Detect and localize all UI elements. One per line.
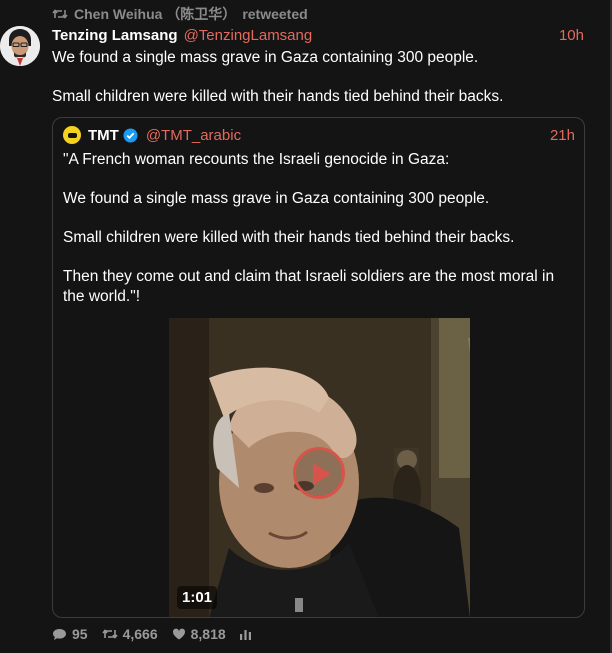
video-duration: 1:01 bbox=[177, 586, 218, 609]
tmt-logo[interactable] bbox=[63, 126, 81, 144]
retweet-count: 4,666 bbox=[122, 626, 158, 642]
quote-header: TMT @TMT_arabic 21h bbox=[63, 126, 575, 144]
video-player[interactable]: 1:01 bbox=[169, 318, 470, 617]
quote-author-handle[interactable]: @TMT_arabic bbox=[146, 127, 241, 144]
author-name[interactable]: Tenzing Lamsang bbox=[52, 27, 178, 44]
comment-icon bbox=[53, 628, 66, 640]
heart-icon bbox=[172, 628, 185, 640]
avatar[interactable] bbox=[0, 26, 40, 66]
quote-paragraph: "A French woman recounts the Israeli gen… bbox=[63, 151, 450, 168]
retweeter-name[interactable]: Chen Weihua （陈卫华） bbox=[74, 4, 236, 24]
quote-author-name[interactable]: TMT bbox=[88, 127, 119, 144]
reply-count: 95 bbox=[72, 626, 88, 642]
stats-button[interactable] bbox=[239, 629, 251, 640]
retweet-button[interactable]: 4,666 bbox=[101, 626, 158, 642]
tweet-header: Tenzing Lamsang @TenzingLamsang 10h bbox=[52, 26, 584, 44]
quote-timestamp[interactable]: 21h bbox=[550, 127, 575, 144]
play-button[interactable] bbox=[293, 447, 345, 499]
retweet-suffix: retweeted bbox=[242, 6, 308, 22]
quote-paragraph: We found a single mass grave in Gaza con… bbox=[63, 190, 490, 207]
retweet-icon bbox=[101, 629, 118, 639]
like-count: 8,818 bbox=[190, 626, 226, 642]
quote-paragraph: Small children were killed with their ha… bbox=[63, 229, 515, 246]
author-handle[interactable]: @TenzingLamsang bbox=[184, 27, 313, 44]
retweet-context: Chen Weihua （陈卫华） retweeted bbox=[52, 6, 308, 22]
tweet-body: We found a single mass grave in Gaza con… bbox=[52, 48, 584, 126]
retweet-icon bbox=[52, 9, 68, 19]
quote-paragraph: Then they come out and claim that Israel… bbox=[63, 268, 555, 305]
stats-icon bbox=[239, 629, 251, 640]
like-button[interactable]: 8,818 bbox=[172, 626, 226, 642]
reply-button[interactable]: 95 bbox=[52, 626, 88, 642]
verified-badge-icon bbox=[123, 128, 138, 142]
tweet-paragraph: We found a single mass grave in Gaza con… bbox=[52, 49, 479, 66]
tweet-timestamp[interactable]: 10h bbox=[559, 27, 584, 44]
quoted-tweet[interactable]: TMT @TMT_arabic 21h "A French woman reco… bbox=[52, 117, 585, 618]
quote-body: "A French woman recounts the Israeli gen… bbox=[63, 150, 578, 326]
play-icon bbox=[313, 463, 331, 485]
tweet-paragraph: Small children were killed with their ha… bbox=[52, 88, 504, 105]
tweet-actions: 95 4,666 8,818 bbox=[52, 626, 251, 642]
